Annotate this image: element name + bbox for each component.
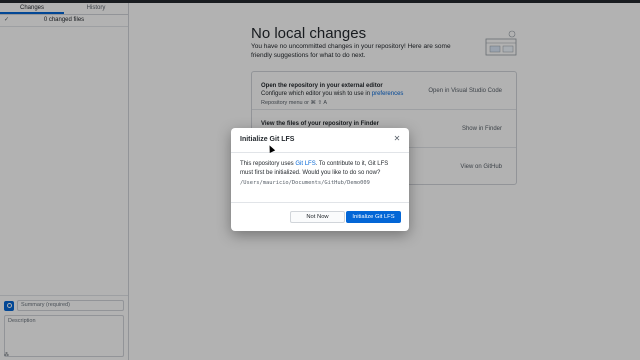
git-lfs-link[interactable]: Git LFS <box>295 161 315 167</box>
initialize-lfs-button[interactable]: Initialize Git LFS <box>346 211 401 223</box>
dialog-title: Initialize Git LFS <box>240 136 295 143</box>
dialog-header: Initialize Git LFS ✕ <box>231 128 409 153</box>
not-now-button[interactable]: Not Now <box>290 211 345 223</box>
dialog-message: This repository uses Git LFS. To contrib… <box>240 161 389 176</box>
initialize-lfs-dialog: Initialize Git LFS ✕ This repository use… <box>231 128 409 231</box>
dialog-footer: Not Now Initialize Git LFS <box>231 202 409 231</box>
close-icon[interactable]: ✕ <box>392 134 402 144</box>
repository-path: /Users/mauricio/Documents/GitHub/Demo009 <box>240 180 370 186</box>
